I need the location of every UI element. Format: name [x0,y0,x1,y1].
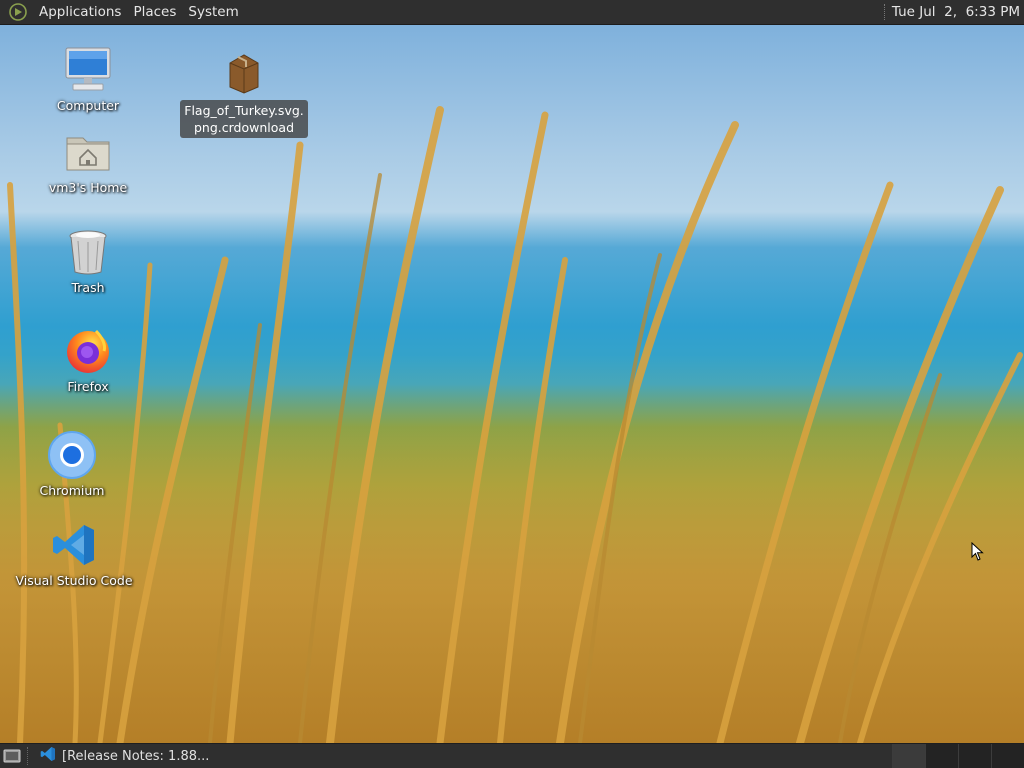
menu-applications[interactable]: Applications [33,0,127,25]
desktop-wallpaper [0,25,1024,743]
filename-line-2: png.crdownload [194,120,294,135]
computer-icon [62,45,114,95]
desktop-icon-label: vm3's Home [48,180,128,195]
taskbar-button-vscode[interactable]: [Release Notes: 1.88... [34,745,234,767]
home-folder-icon [62,127,114,177]
taskbar-button-label: [Release Notes: 1.88... [62,748,210,764]
panel-separator [27,747,31,765]
workspace-3[interactable] [958,744,991,768]
workspace-1[interactable] [892,744,925,768]
vscode-icon [48,520,100,570]
desktop-icon-download[interactable]: Flag_of_Turkey.svg. png.crdownload [180,48,308,138]
mouse-cursor-icon [971,541,985,566]
desktop-icon-home[interactable]: vm3's Home [28,127,148,196]
clock[interactable]: Tue Jul 2, 6:33 PM [892,4,1024,20]
desktop-icon-label: Flag_of_Turkey.svg. png.crdownload [180,100,308,138]
workspace-2[interactable] [925,744,958,768]
firefox-icon [62,326,114,376]
filename-line-1: Flag_of_Turkey.svg. [184,103,304,118]
show-desktop-icon[interactable] [0,744,24,768]
panel-separator [883,4,886,20]
menu-places[interactable]: Places [127,0,182,25]
desktop-icon-computer[interactable]: Computer [28,45,148,114]
desktop-icon-label: Chromium [39,483,105,498]
workspace-4[interactable] [991,744,1024,768]
trash-icon [62,227,114,277]
menu-logo-icon[interactable] [9,3,27,21]
desktop-icon-label: Firefox [67,379,109,394]
bottom-panel: [Release Notes: 1.88... [0,743,1024,768]
desktop-icon-trash[interactable]: Trash [28,227,148,296]
menu-system[interactable]: System [182,0,244,25]
desktop-icon-chromium[interactable]: Chromium [12,430,132,499]
desktop-icon-label: Trash [71,280,105,295]
desktop-icon-firefox[interactable]: Firefox [28,326,148,395]
desktop-icon-vscode[interactable]: Visual Studio Code [14,520,134,589]
desktop-icon-label: Visual Studio Code [15,573,133,588]
vscode-icon [40,746,56,766]
chromium-icon [46,430,98,480]
desktop-icon-label: Computer [56,98,120,113]
top-panel: Applications Places System Tue Jul 2, 6:… [0,0,1024,25]
package-icon [218,48,270,98]
